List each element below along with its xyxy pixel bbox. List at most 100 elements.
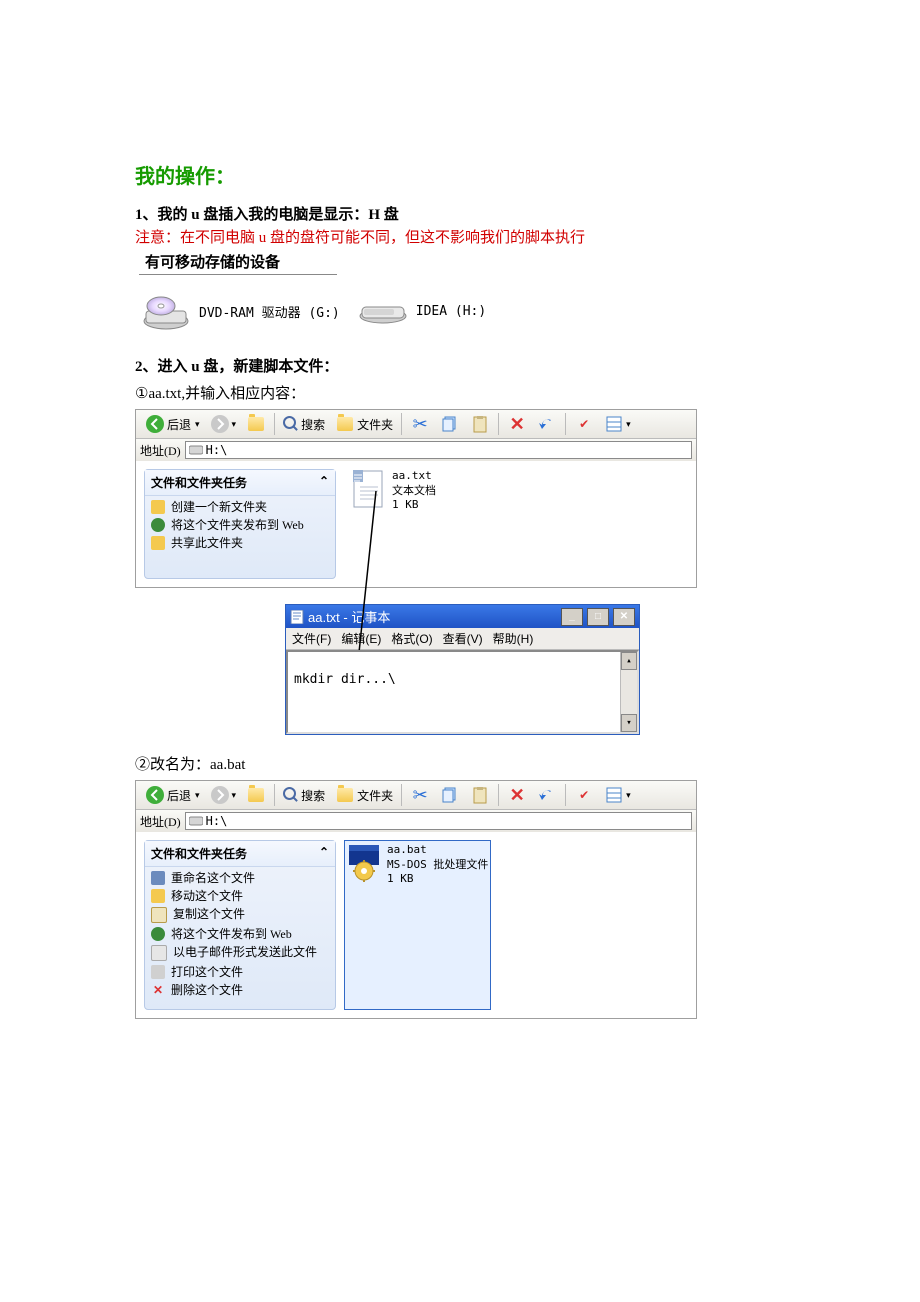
copy-button[interactable]: [435, 783, 465, 807]
views-button[interactable]: ▾: [599, 783, 636, 807]
search-icon: [283, 416, 299, 432]
drive-g-label: DVD-RAM 驱动器 (G:): [199, 302, 340, 321]
drive-g[interactable]: DVD-RAM 驱动器 (G:): [141, 291, 340, 331]
undo-icon: [537, 414, 557, 434]
cut-button[interactable]: ✂: [405, 412, 435, 436]
task-move[interactable]: 移动这个文件: [151, 889, 329, 903]
drive-list: DVD-RAM 驱动器 (G:) IDEA (H:): [141, 291, 790, 331]
move-icon: [151, 889, 165, 903]
explorer-window-1: 后退▾ ▾ 搜索 文件夹 ✂ ✕ ✔ ▾ 地址(D): [135, 409, 697, 588]
drive-h[interactable]: IDEA (H:): [358, 291, 486, 331]
search-button[interactable]: 搜索: [278, 785, 330, 806]
notepad-title: aa.txt - 记事本: [308, 607, 390, 626]
publish-icon: [151, 518, 165, 532]
delete-icon: ✕: [507, 414, 527, 434]
bat-file-icon: [347, 843, 381, 883]
share-icon: [151, 536, 165, 550]
task-item[interactable]: 共享此文件夹: [151, 536, 329, 550]
notepad-titlebar[interactable]: aa.txt - 记事本 _ □ ✕: [286, 605, 639, 628]
undo-button[interactable]: [532, 412, 562, 436]
task-item[interactable]: 将这个文件夹发布到 Web: [151, 518, 329, 532]
address-input[interactable]: H:\: [185, 441, 692, 459]
copy-icon: [151, 907, 167, 923]
step3-sub: ②改名为：aa.bat: [135, 753, 790, 774]
drive-icon-small: [189, 445, 203, 455]
file-bat[interactable]: aa.bat MS-DOS 批处理文件 1 KB: [344, 840, 491, 1010]
menu-file[interactable]: 文件(F): [292, 630, 331, 647]
search-button[interactable]: 搜索: [278, 414, 330, 435]
forward-button[interactable]: ▾: [205, 783, 242, 807]
step2-sub: ①aa.txt,并输入相应内容：: [135, 382, 790, 403]
task-copy[interactable]: 复制这个文件: [151, 907, 329, 923]
menu-format[interactable]: 格式(O): [391, 630, 432, 647]
views-icon: [604, 785, 624, 805]
up-folder-icon: [246, 785, 266, 805]
task-publish[interactable]: 将这个文件发布到 Web: [151, 927, 329, 941]
back-icon: [145, 785, 165, 805]
copy-button[interactable]: [435, 412, 465, 436]
publish-icon: [151, 927, 165, 941]
address-bar: 地址(D) H:\: [136, 439, 696, 461]
cut-icon: ✂: [410, 785, 430, 805]
scroll-down-icon[interactable]: ▾: [621, 714, 637, 732]
back-button[interactable]: 后退▾: [140, 412, 205, 436]
up-button[interactable]: [241, 412, 271, 436]
back-button[interactable]: 后退▾: [140, 783, 205, 807]
minimize-button[interactable]: _: [561, 608, 583, 626]
collapse-icon[interactable]: ⌃: [319, 845, 329, 862]
delete-icon: ✕: [151, 983, 165, 997]
address-value: H:\: [206, 443, 228, 457]
cut-icon: ✂: [410, 414, 430, 434]
task-delete[interactable]: ✕删除这个文件: [151, 983, 329, 997]
search-label: 搜索: [301, 416, 325, 433]
txt-file-icon: [352, 469, 386, 509]
menu-help[interactable]: 帮助(H): [493, 630, 534, 647]
scroll-up-icon[interactable]: ▴: [621, 652, 637, 670]
folders-icon: [335, 414, 355, 434]
properties-button[interactable]: ✔: [569, 783, 599, 807]
properties-button[interactable]: ✔: [569, 412, 599, 436]
paste-button[interactable]: [465, 783, 495, 807]
delete-button[interactable]: ✕: [502, 783, 532, 807]
paste-button[interactable]: [465, 412, 495, 436]
scrollbar[interactable]: ▴ ▾: [620, 652, 637, 732]
address-input[interactable]: H:\: [185, 812, 692, 830]
delete-button[interactable]: ✕: [502, 412, 532, 436]
print-icon: [151, 965, 165, 979]
check-icon: ✔: [574, 785, 594, 805]
up-button[interactable]: [241, 783, 271, 807]
task-item[interactable]: 创建一个新文件夹: [151, 500, 329, 514]
task-rename[interactable]: 重命名这个文件: [151, 871, 329, 885]
new-folder-icon: [151, 500, 165, 514]
explorer-window-2: 后退▾ ▾ 搜索 文件夹 ✂ ✕ ✔ ▾ 地址(D) H:\: [135, 780, 697, 1019]
close-button[interactable]: ✕: [613, 608, 635, 626]
collapse-icon[interactable]: ⌃: [319, 474, 329, 491]
folders-button[interactable]: 文件夹: [330, 783, 398, 807]
file-type: 文本文档: [392, 482, 436, 498]
menu-edit[interactable]: 编辑(E): [341, 630, 381, 647]
views-icon: [604, 414, 624, 434]
notepad-editor[interactable]: mkdir dir...\ ▴ ▾: [286, 650, 639, 734]
menu-view[interactable]: 查看(V): [443, 630, 483, 647]
paste-icon: [470, 414, 490, 434]
back-icon: [145, 414, 165, 434]
step1-note: 注意：在不同电脑 u 盘的盘符可能不同，但这不影响我们的脚本执行: [135, 226, 790, 247]
search-icon: [283, 787, 299, 803]
undo-button[interactable]: [532, 783, 562, 807]
removable-label: 有可移动存储的设备: [139, 251, 337, 275]
cut-button[interactable]: ✂: [405, 783, 435, 807]
back-label: 后退: [167, 416, 191, 433]
tasks-panel: 文件和文件夹任务 ⌃ 创建一个新文件夹 将这个文件夹发布到 Web 共享此文件夹: [144, 469, 336, 579]
file-txt[interactable]: aa.txt 文本文档 1 KB: [352, 469, 436, 579]
step2-heading: 2、进入 u 盘，新建脚本文件：: [135, 355, 790, 376]
views-button[interactable]: ▾: [599, 412, 636, 436]
tasks-title: 文件和文件夹任务: [151, 474, 247, 491]
task-print[interactable]: 打印这个文件: [151, 965, 329, 979]
task-email[interactable]: 以电子邮件形式发送此文件: [151, 945, 329, 961]
notepad-icon: [290, 610, 304, 624]
step1-heading: 1、我的 u 盘插入我的电脑是显示：H 盘: [135, 203, 790, 224]
folders-button[interactable]: 文件夹: [330, 412, 398, 436]
maximize-button[interactable]: □: [587, 608, 609, 626]
folders-icon: [335, 785, 355, 805]
forward-button[interactable]: ▾: [205, 412, 242, 436]
